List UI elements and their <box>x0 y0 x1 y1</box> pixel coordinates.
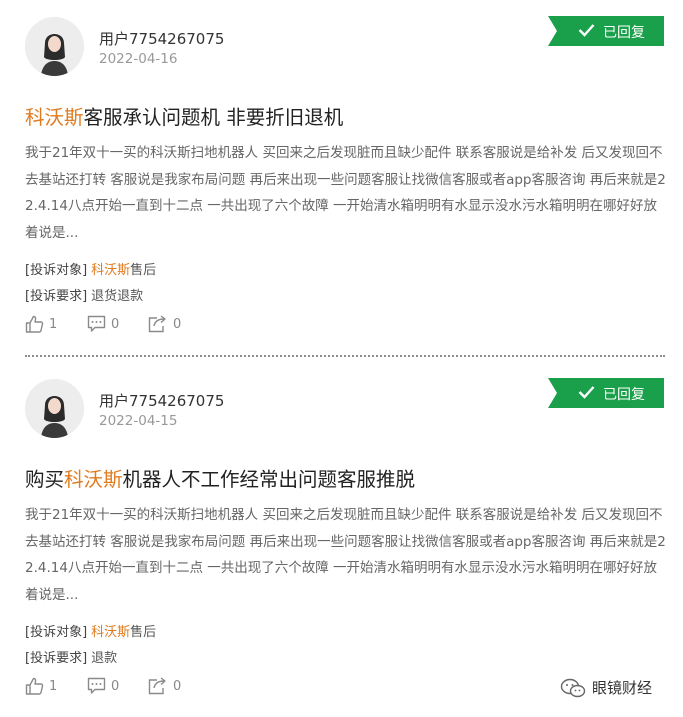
like-button[interactable]: 1 <box>25 315 57 333</box>
thumbs-up-icon <box>25 677 44 695</box>
share-icon <box>148 315 166 333</box>
post-body[interactable]: 我于21年双十一买的科沃斯扫地机器人 买回来之后发现脏而且缺少配件 联系客服说是… <box>25 502 667 608</box>
like-count: 1 <box>49 316 58 332</box>
badge-notch <box>548 16 557 46</box>
demand-label: [投诉要求] <box>25 289 88 304</box>
post-title[interactable]: 购买科沃斯机器人不工作经常出问题客服推脱 <box>25 463 415 492</box>
title-suffix: 客服承认问题机 非要折旧退机 <box>83 106 344 129</box>
username[interactable]: 用户7754267075 <box>99 28 224 49</box>
wechat-icon <box>560 678 586 697</box>
share-count: 0 <box>173 678 182 694</box>
demand-value: 退款 <box>91 651 118 666</box>
complaint-target: [投诉对象] 科沃斯售后 <box>25 621 156 640</box>
avatar-portrait-icon <box>25 379 84 438</box>
complaint-target: [投诉对象] 科沃斯售后 <box>25 259 156 278</box>
share-icon <box>148 677 166 695</box>
title-brand: 科沃斯 <box>64 468 123 491</box>
username[interactable]: 用户7754267075 <box>99 390 224 411</box>
check-icon <box>578 386 595 399</box>
share-count: 0 <box>173 316 182 332</box>
post-divider <box>25 355 665 357</box>
target-brand-link[interactable]: 科沃斯 <box>91 625 130 640</box>
comment-button[interactable]: 0 <box>87 315 119 333</box>
badge-notch <box>548 378 557 408</box>
post-date: 2022-04-15 <box>99 413 178 429</box>
comment-icon <box>87 315 106 332</box>
comment-count: 0 <box>111 678 120 694</box>
avatar-portrait-icon <box>25 17 84 76</box>
like-count: 1 <box>49 678 58 694</box>
comment-icon <box>87 677 106 694</box>
status-badge: 已回复 <box>548 16 664 46</box>
title-suffix: 机器人不工作经常出问题客服推脱 <box>122 468 416 491</box>
target-rest: 售后 <box>130 625 157 640</box>
post-date: 2022-04-16 <box>99 51 178 67</box>
share-button[interactable]: 0 <box>148 677 181 695</box>
avatar[interactable] <box>25 379 84 438</box>
check-icon <box>578 24 595 37</box>
target-brand-link[interactable]: 科沃斯 <box>91 263 130 278</box>
status-label: 已回复 <box>603 25 645 41</box>
share-button[interactable]: 0 <box>148 315 181 333</box>
title-prefix: 购买 <box>25 468 65 491</box>
thumbs-up-icon <box>25 315 44 333</box>
watermark: 眼镜财经 <box>560 677 652 698</box>
title-brand: 科沃斯 <box>25 106 84 129</box>
target-rest: 售后 <box>130 263 157 278</box>
status-label: 已回复 <box>603 387 645 403</box>
demand-value: 退货退款 <box>91 289 144 304</box>
complaint-demand: [投诉要求] 退款 <box>25 647 117 666</box>
post-title[interactable]: 科沃斯客服承认问题机 非要折旧退机 <box>25 101 343 130</box>
status-badge: 已回复 <box>548 378 664 408</box>
demand-label: [投诉要求] <box>25 651 88 666</box>
target-label: [投诉对象] <box>25 625 88 640</box>
post-body[interactable]: 我于21年双十一买的科沃斯扫地机器人 买回来之后发现脏而且缺少配件 联系客服说是… <box>25 140 667 246</box>
avatar[interactable] <box>25 17 84 76</box>
complaint-demand: [投诉要求] 退货退款 <box>25 285 143 304</box>
comment-count: 0 <box>111 316 120 332</box>
watermark-text: 眼镜财经 <box>592 679 653 697</box>
target-label: [投诉对象] <box>25 263 88 278</box>
comment-button[interactable]: 0 <box>87 677 119 695</box>
like-button[interactable]: 1 <box>25 677 57 695</box>
